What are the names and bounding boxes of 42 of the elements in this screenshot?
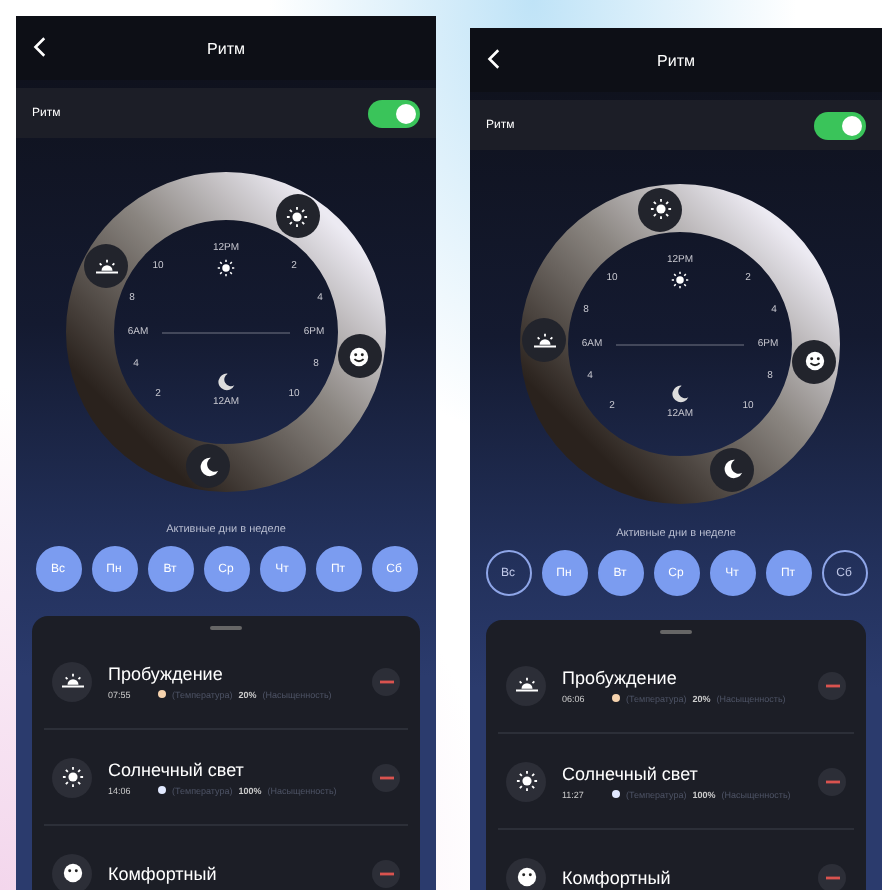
scene-title: Солнечный свет xyxy=(562,763,700,783)
sunrise-icon xyxy=(52,661,92,701)
back-icon[interactable] xyxy=(486,48,500,70)
toggle-switch[interactable] xyxy=(368,99,420,127)
minus-icon xyxy=(379,775,393,779)
sheet-handle[interactable] xyxy=(210,626,242,630)
minus-icon xyxy=(825,779,839,783)
smile-icon xyxy=(803,350,826,373)
moon-icon xyxy=(197,455,220,478)
sheet-handle[interactable] xyxy=(660,630,692,634)
sunrise-icon xyxy=(95,255,118,278)
scene-title: Пробуждение xyxy=(108,663,225,683)
moon-icon xyxy=(216,372,236,392)
minus-icon xyxy=(825,875,839,879)
back-icon[interactable] xyxy=(32,36,46,58)
remove-button[interactable] xyxy=(372,859,400,887)
sunrise-icon xyxy=(533,329,556,352)
sun-icon xyxy=(506,761,546,801)
remove-button[interactable] xyxy=(372,667,400,695)
sun-icon xyxy=(649,198,672,221)
screen-title: Ритм xyxy=(207,39,245,57)
moon-icon xyxy=(670,384,690,404)
sunrise-icon xyxy=(506,665,546,705)
scene-title: Комфортный xyxy=(108,863,219,883)
screen-title: Ритм xyxy=(657,51,695,69)
remove-button[interactable] xyxy=(818,863,846,890)
moon-icon xyxy=(721,458,744,481)
sun-icon xyxy=(217,259,235,277)
toggle-switch[interactable] xyxy=(814,111,866,139)
remove-button[interactable] xyxy=(818,767,846,795)
remove-button[interactable] xyxy=(372,763,400,791)
minus-icon xyxy=(379,871,393,875)
remove-button[interactable] xyxy=(818,671,846,699)
minus-icon xyxy=(379,679,393,683)
sun-icon xyxy=(671,271,689,289)
scene-title: Пробуждение xyxy=(562,667,679,687)
sun-icon xyxy=(52,757,92,797)
scene-title: Комфортный xyxy=(562,867,673,887)
minus-icon xyxy=(825,683,839,687)
smile-icon xyxy=(348,345,371,368)
sun-icon xyxy=(286,205,309,228)
scene-title: Солнечный свет xyxy=(108,759,246,779)
